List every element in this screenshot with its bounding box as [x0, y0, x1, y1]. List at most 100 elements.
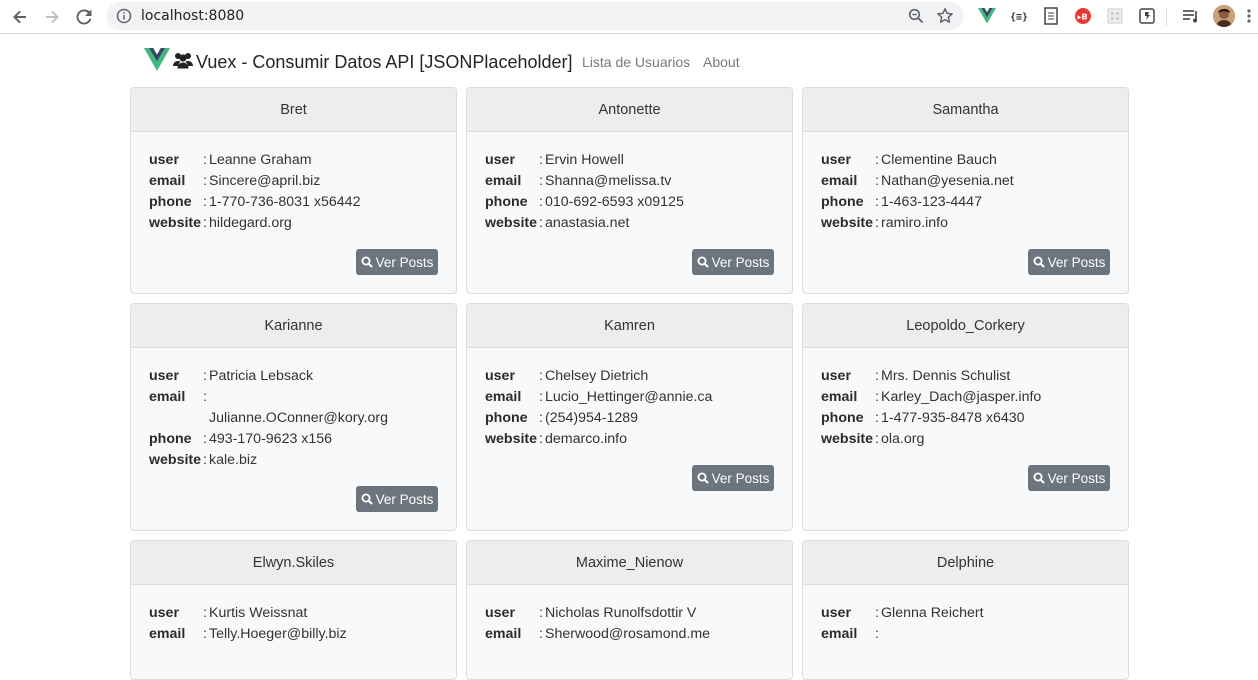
email-label: email	[821, 173, 858, 189]
search-icon	[697, 472, 709, 484]
user-label: user	[821, 605, 851, 621]
phone-value: 1-770-736-8031 x56442	[209, 194, 361, 210]
user-name-value: Nicholas Runolfsdottir V	[545, 605, 697, 621]
email-value: Shanna@melissa.tv	[545, 173, 672, 189]
user-label: user	[821, 152, 851, 168]
vue-logo-icon	[144, 48, 170, 77]
phone-label: phone	[821, 410, 864, 426]
more-menu-icon[interactable]	[1240, 7, 1258, 25]
nav-link-lista-usuarios[interactable]: Lista de Usuarios	[582, 54, 690, 70]
users-icon	[172, 51, 194, 74]
search-icon	[361, 493, 373, 505]
back-icon[interactable]	[4, 1, 36, 33]
website-label: website	[149, 215, 202, 231]
ver-posts-button[interactable]: Ver Posts	[1028, 249, 1110, 275]
website-label: website	[485, 431, 538, 447]
email-value	[209, 387, 438, 408]
website-label: website	[821, 431, 874, 447]
website-label: website	[821, 215, 874, 231]
user-card: Antonette user: Ervin Howell email: Shanna…	[466, 87, 793, 294]
grid-extension-icon[interactable]	[1106, 7, 1124, 25]
user-name-value: Kurtis Weissnat	[209, 605, 308, 621]
phone-label: phone	[149, 431, 192, 447]
user-card: Karianne user: Patricia Lebsack email: Ju…	[130, 303, 457, 531]
email-label: email	[821, 389, 858, 405]
user-label: user	[149, 152, 179, 168]
card-header-username: Kamren	[467, 304, 792, 348]
website-label: website	[149, 452, 202, 468]
email-value: Sincere@april.biz	[209, 173, 321, 189]
user-label: user	[485, 152, 515, 168]
email-value-wrapped: Julianne.OConner@kory.org	[209, 410, 388, 426]
phone-label: phone	[485, 410, 528, 426]
search-icon	[1033, 256, 1045, 268]
button-label: Ver Posts	[711, 254, 770, 270]
phone-label: phone	[485, 194, 528, 210]
user-label: user	[485, 368, 515, 384]
user-card: Bret user: Leanne Graham email: Sincere@ap…	[130, 87, 457, 294]
ver-posts-button[interactable]: Ver Posts	[356, 486, 438, 512]
button-label: Ver Posts	[711, 470, 770, 486]
json-viewer-icon[interactable]: {≡}	[1010, 7, 1028, 25]
user-name-value: Leanne Graham	[209, 152, 312, 168]
user-name-value: Chelsey Dietrich	[545, 368, 649, 384]
button-label: Ver Posts	[375, 491, 434, 507]
ver-posts-button[interactable]: Ver Posts	[356, 249, 438, 275]
vue-devtools-icon[interactable]	[978, 7, 996, 25]
user-label: user	[149, 605, 179, 621]
search-icon	[361, 256, 373, 268]
button-label: Ver Posts	[375, 254, 434, 270]
email-label: email	[485, 173, 522, 189]
website-value: hildegard.org	[209, 215, 292, 231]
user-label: user	[149, 368, 179, 384]
info-icon[interactable]	[116, 8, 132, 29]
brand[interactable]: Vuex - Consumir Datos API [JSONPlacehold…	[144, 48, 573, 77]
button-label: Ver Posts	[1047, 470, 1106, 486]
phone-value: 1-463-123-4447	[881, 194, 982, 210]
user-card: Kamren user: Chelsey Dietrich email: Lucio…	[466, 303, 793, 531]
user-card: Leopoldo_Corkery user: Mrs. Dennis Schuli…	[802, 303, 1129, 531]
media-queue-icon[interactable]	[1182, 7, 1200, 25]
ver-posts-button[interactable]: Ver Posts	[1028, 465, 1110, 491]
zoom-icon[interactable]	[908, 8, 924, 29]
lighthouse-icon[interactable]	[1138, 7, 1156, 25]
card-header-username: Antonette	[467, 88, 792, 132]
nav-link-about[interactable]: About	[703, 54, 740, 70]
address-bar[interactable]: localhost:8080	[106, 2, 964, 30]
button-label: Ver Posts	[1047, 254, 1106, 270]
ver-posts-button[interactable]: Ver Posts	[692, 249, 774, 275]
user-name-value: Glenna Reichert	[881, 605, 984, 621]
user-name-value: Patricia Lebsack	[209, 368, 314, 384]
red-extension-icon[interactable]: ▸B	[1074, 7, 1092, 25]
ver-posts-button[interactable]: Ver Posts	[692, 465, 774, 491]
phone-value: 1-477-935-8478 x6430	[881, 410, 1025, 426]
app-navbar: Vuex - Consumir Datos API [JSONPlacehold…	[130, 40, 1130, 84]
svg-text:▸B: ▸B	[1078, 13, 1088, 22]
website-label: website	[485, 215, 538, 231]
website-value: anastasia.net	[545, 215, 630, 231]
app-title: Vuex - Consumir Datos API [JSONPlacehold…	[196, 52, 573, 72]
website-value: ramiro.info	[881, 215, 949, 231]
phone-value: 010-692-6593 x09125	[545, 194, 684, 210]
card-header-username: Karianne	[131, 304, 456, 348]
document-icon[interactable]	[1042, 7, 1060, 25]
card-header-username: Bret	[131, 88, 456, 132]
email-label: email	[149, 389, 186, 405]
user-label: user	[821, 368, 851, 384]
avatar[interactable]	[1213, 5, 1235, 27]
svg-text:{≡}: {≡}	[1010, 12, 1028, 23]
phone-label: phone	[821, 194, 864, 210]
bookmark-star-icon[interactable]	[936, 7, 954, 30]
reload-icon[interactable]	[68, 1, 100, 33]
email-value: Karley_Dach@jasper.info	[881, 389, 1042, 405]
email-value: Lucio_Hettinger@annie.ca	[545, 389, 713, 405]
website-value: ola.org	[881, 431, 925, 447]
email-label: email	[149, 173, 186, 189]
card-header-username: Leopoldo_Corkery	[803, 304, 1128, 348]
url-text[interactable]: localhost:8080	[141, 8, 244, 24]
user-name-value: Ervin Howell	[545, 152, 624, 168]
forward-icon[interactable]	[36, 1, 68, 33]
card-header-username: Maxime_Nienow	[467, 541, 792, 585]
phone-value: (254)954-1289	[545, 410, 639, 426]
email-value: Nathan@yesenia.net	[881, 173, 1014, 189]
